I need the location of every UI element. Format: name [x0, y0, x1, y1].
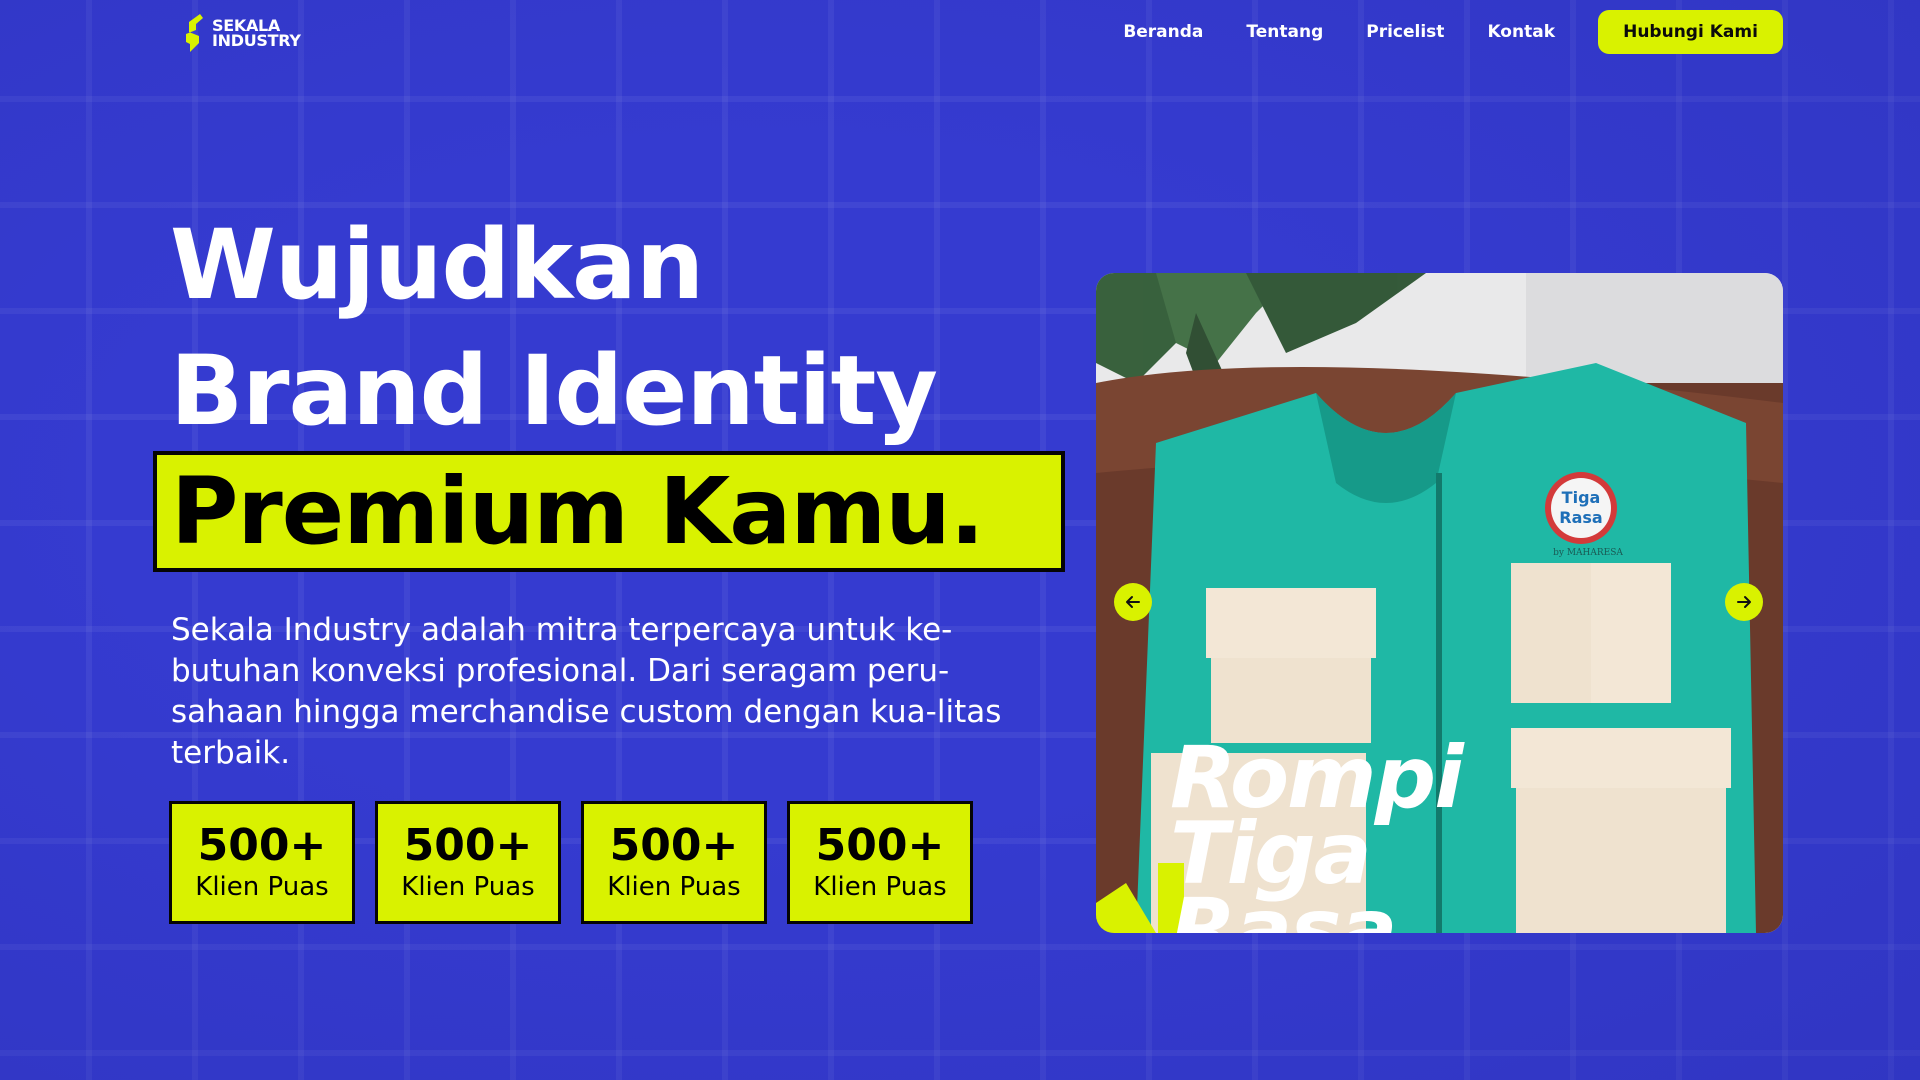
- hero-description: Sekala Industry adalah mitra terpercaya …: [171, 612, 1002, 771]
- brand-logo[interactable]: SEKALA INDUSTRY: [184, 12, 301, 54]
- nav-kontak[interactable]: Kontak: [1487, 22, 1555, 42]
- headline-line2: Brand Identity: [170, 335, 938, 447]
- stat-label: Klien Puas: [195, 871, 329, 902]
- arrow-right-icon: [1737, 596, 1751, 608]
- stats-row: 500+ Klien Puas 500+ Klien Puas 500+ Kli…: [169, 801, 973, 924]
- patch-line2: Rasa: [1559, 508, 1602, 527]
- stat-value: 500+: [403, 819, 533, 871]
- headline-line1: Wujudkan: [170, 209, 704, 321]
- headline-highlight: Premium Kamu.: [171, 458, 985, 565]
- headline-highlight-box: Premium Kamu.: [153, 451, 1065, 572]
- stat-value: 500+: [815, 819, 945, 871]
- carousel-prev-button[interactable]: [1114, 583, 1152, 621]
- nav-pricelist[interactable]: Pricelist: [1366, 22, 1444, 42]
- slide-title: Rompi Tiga Rasa: [1170, 740, 1470, 933]
- stat-card: 500+ Klien Puas: [581, 801, 767, 924]
- main-nav: Beranda Tentang Pricelist Kontak Hubungi…: [1123, 10, 1783, 54]
- stat-label: Klien Puas: [401, 871, 535, 902]
- stat-card: 500+ Klien Puas: [375, 801, 561, 924]
- carousel-next-button[interactable]: [1725, 583, 1763, 621]
- stat-card: 500+ Klien Puas: [169, 801, 355, 924]
- patch-line1: Tiga: [1562, 488, 1601, 507]
- logo-wordmark: SEKALA INDUSTRY: [212, 18, 301, 50]
- logo-s-icon: [186, 14, 203, 52]
- nav-tentang[interactable]: Tentang: [1246, 22, 1323, 42]
- hero-headline: Wujudkan Brand Identity: [170, 202, 938, 454]
- stat-label: Klien Puas: [813, 871, 947, 902]
- contact-us-button[interactable]: Hubungi Kami: [1598, 10, 1783, 54]
- slide-title-line3: Rasa: [1170, 880, 1397, 933]
- stat-label: Klien Puas: [607, 871, 741, 902]
- nav-beranda[interactable]: Beranda: [1123, 22, 1203, 42]
- patch-sub: by MAHARESA: [1553, 548, 1623, 558]
- stat-card: 500+ Klien Puas: [787, 801, 973, 924]
- arrow-left-icon: [1126, 596, 1140, 608]
- stat-value: 500+: [197, 819, 327, 871]
- logo-line2: INDUSTRY: [212, 31, 301, 50]
- stat-value: 500+: [609, 819, 739, 871]
